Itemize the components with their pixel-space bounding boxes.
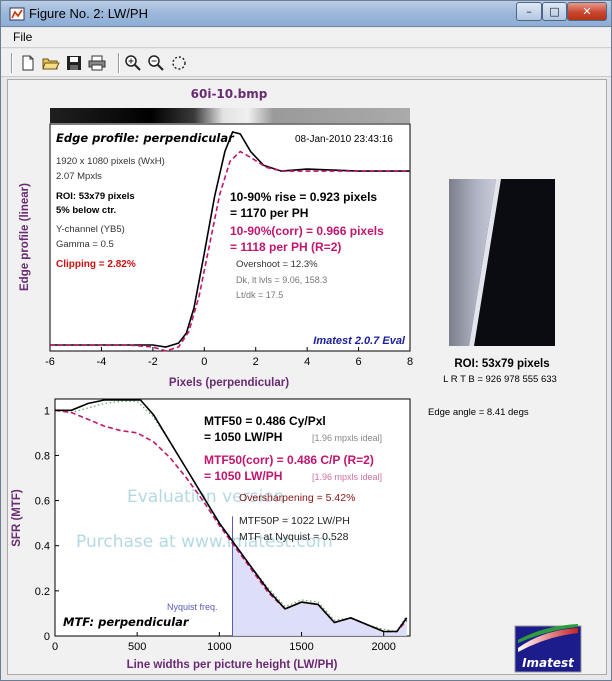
zoom-in-icon[interactable]: [123, 53, 143, 73]
image-size-text: 1920 x 1080 pixels (WxH): [56, 156, 165, 167]
mtf-xtick-label: 1500: [289, 641, 313, 653]
figure-svg: 60i-10.bmp -6 -4 -2 0 2 4 6 8 Edge profile: per…: [11, 87, 582, 673]
title-bar[interactable]: Figure No. 2: LW/PH – □ ✕: [1, 1, 611, 27]
rise-per-ph-text: = 1170 per PH: [230, 206, 308, 220]
roi-position-text: 5% below ctr.: [56, 205, 116, 216]
menu-file[interactable]: File: [13, 30, 32, 44]
rise-corr-per-ph-text: = 1118 per PH (R=2): [230, 240, 341, 254]
edge-angle-text: Edge angle = 8.41 degs: [428, 407, 529, 418]
mtf-xtick-label: 1000: [207, 641, 231, 653]
clipping-text: Clipping = 2.82%: [56, 259, 136, 270]
imatest-version-text: Imatest 2.0.7 Eval: [313, 335, 406, 347]
close-button[interactable]: ✕: [567, 2, 607, 21]
mtf-ytick-label: 0.6: [35, 496, 50, 508]
mtf50-corr-lwph-text: = 1050 LW/PH: [204, 469, 282, 483]
mtf50-corr-ideal-text: [1.96 mpxls ideal]: [312, 472, 382, 482]
roi-image: [449, 179, 555, 346]
toolbar-separator: [118, 53, 120, 73]
figure-title: 60i-10.bmp: [191, 87, 268, 101]
edge-profile-xlabel: Pixels (perpendicular): [169, 377, 289, 389]
minimize-button[interactable]: –: [516, 2, 542, 21]
mtf-xtick-label: 0: [52, 641, 58, 653]
mtf-ylabel: SFR (MTF): [11, 489, 23, 547]
matlab-icon: [9, 7, 25, 21]
maximize-button[interactable]: □: [542, 2, 567, 21]
edge-xtick-label: 0: [201, 356, 207, 368]
edge-xtick-label: -4: [97, 356, 107, 368]
roi-label: ROI: 53x79 pixels: [454, 358, 549, 370]
roi-text: ROI: 53x79 pixels: [56, 191, 135, 202]
mtf-ytick-label: 0.2: [35, 586, 50, 598]
mtf-ytick-label: 0: [44, 631, 50, 643]
rise-text: 10-90% rise = 0.923 pixels: [230, 190, 377, 204]
svg-text:Imatest: Imatest: [522, 656, 575, 670]
edge-xtick-label: 4: [304, 356, 310, 368]
edge-profile-heading: Edge profile: perpendicular: [56, 131, 235, 145]
edge-xtick-label: 6: [356, 356, 362, 368]
figure-toolbar: [1, 49, 611, 77]
mtf50-corr-text: MTF50(corr) = 0.486 C/P (R=2): [204, 453, 374, 467]
lt-dk-text: Lt/dk = 17.5: [236, 290, 283, 300]
open-folder-icon[interactable]: [41, 53, 61, 73]
matlab-figure-window: Figure No. 2: LW/PH – □ ✕ File 60i-10.bm…: [0, 0, 612, 681]
mtf-xlabel: Line widths per picture height (LW/PH): [127, 659, 338, 671]
dk-levels-text: Dk, lt lvls = 9.06, 158.3: [236, 275, 327, 285]
timestamp: 08-Jan-2010 23:43:16: [295, 134, 393, 145]
channel-text: Y-channel (YB5): [56, 224, 125, 235]
gamma-text: Gamma = 0.5: [56, 239, 114, 250]
mtf50-lwph-text: = 1050 LW/PH: [204, 430, 282, 444]
edge-xtick-label: 2: [253, 356, 259, 368]
mtf-xtick-label: 500: [128, 641, 146, 653]
overshoot-text: Overshoot = 12.3%: [236, 259, 318, 270]
figure-canvas: 60i-10.bmp -6 -4 -2 0 2 4 6 8 Edge profile: per…: [7, 79, 607, 675]
rise-corr-text: 10-90%(corr) = 0.966 pixels: [230, 224, 384, 238]
mtf50-text: MTF50 = 0.486 Cy/Pxl: [204, 414, 326, 428]
mtf-xtick-label: 2000: [371, 641, 395, 653]
mtf-heading: MTF: perpendicular: [63, 615, 190, 629]
zoom-out-icon[interactable]: [146, 53, 166, 73]
mtf-nyquist-text: MTF at Nyquist = 0.528: [239, 531, 349, 543]
mtf-ytick-label: 0.4: [35, 541, 50, 553]
mtf-ytick-label: 1: [44, 405, 50, 417]
oversharpening-text: Oversharpening = 5.42%: [239, 492, 355, 504]
mtf-ytick-label: 0.8: [35, 450, 50, 462]
rotate-icon[interactable]: [169, 53, 189, 73]
print-icon[interactable]: [87, 53, 107, 73]
edge-xtick-label: 8: [407, 356, 413, 368]
roi-coords: L R T B = 926 978 555 633: [443, 374, 557, 385]
mpxls-text: 2.07 Mpxls: [56, 171, 102, 182]
edge-xtick-label: -6: [45, 356, 55, 368]
menu-bar: File: [1, 28, 611, 48]
edge-profile-ylabel: Edge profile (linear): [19, 183, 31, 291]
window-title: Figure No. 2: LW/PH: [29, 6, 148, 21]
save-icon[interactable]: [64, 53, 84, 73]
mtf50p-text: MTF50P = 1022 LW/PH: [239, 515, 350, 527]
edge-xtick-label: -2: [148, 356, 158, 368]
nyquist-label: Nyquist freq.: [167, 602, 218, 612]
imatest-logo: Imatest: [514, 624, 582, 673]
mtf50-ideal-text: [1.96 mpxls ideal]: [312, 433, 382, 443]
toolbar-grip[interactable]: [11, 53, 13, 73]
new-file-icon[interactable]: [18, 53, 38, 73]
edge-gray-strip: [50, 108, 410, 123]
